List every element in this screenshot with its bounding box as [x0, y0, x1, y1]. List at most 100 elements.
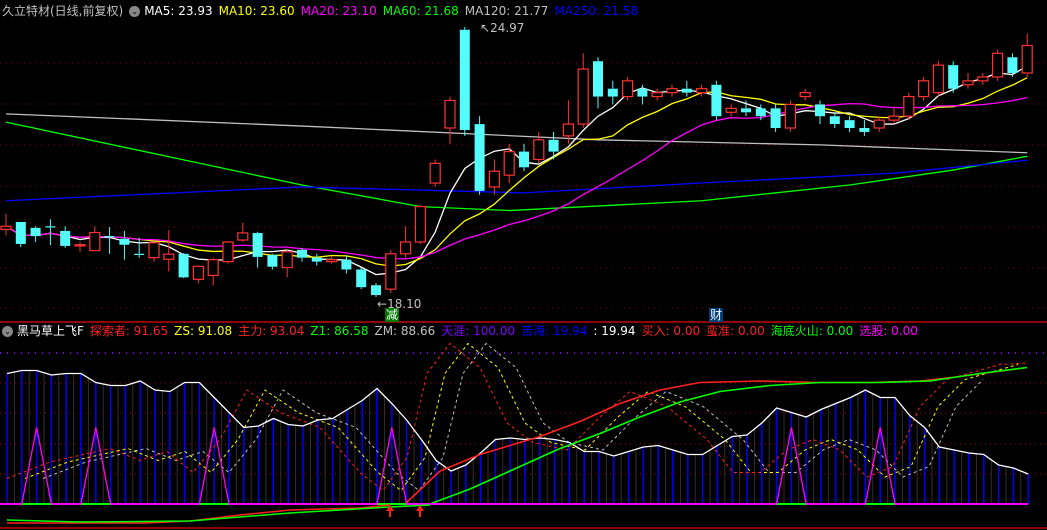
candle-up	[562, 123, 575, 137]
indicator-value: ZS: 91.08	[174, 324, 233, 338]
chart-canvas	[0, 27, 1047, 529]
indicator-value: : 19.94	[593, 324, 636, 338]
indicator-value: 天涯: 100.00	[441, 324, 516, 338]
candle-up	[873, 119, 885, 129]
ma5-value: MA5: 23.93	[144, 4, 213, 18]
candle-down	[104, 236, 115, 238]
ma250-value: MA250: 21.58	[554, 4, 639, 18]
candle-up	[222, 241, 234, 263]
stock-title: 久立特材(日线,前复权)	[2, 4, 124, 18]
candle-up	[414, 206, 426, 243]
indicator-value: 海底火山: 0.00	[770, 324, 854, 338]
indicator-value: 探索者: 91.65	[89, 324, 169, 338]
candle-down	[119, 238, 130, 245]
candle-up	[237, 232, 249, 241]
candle-down	[341, 259, 352, 270]
indicator-value: ZM: 88.66	[374, 324, 436, 338]
ma10-value: MA10: 23.60	[218, 4, 295, 18]
main-chart-legend: 久立特材(日线,前复权) ⌄ MA5: 23.93 MA10: 23.60 MA…	[2, 3, 644, 19]
candle-up	[326, 259, 338, 263]
candle-down	[45, 226, 56, 228]
indicator-values: 探索者: 91.65 ZS: 91.08 主力: 93.04 Z1: 86.58 ZM:…	[90, 323, 924, 339]
candle-down	[519, 151, 529, 168]
candle-down	[134, 253, 145, 255]
candle-up	[400, 241, 412, 255]
candle-up	[932, 64, 945, 94]
high-price-value: 24.97	[490, 21, 525, 35]
candle-up	[917, 80, 930, 98]
candle-down	[681, 88, 692, 93]
candle-down	[770, 108, 781, 129]
candle-down	[178, 253, 189, 278]
candle-up	[74, 244, 86, 247]
candle-up	[281, 251, 293, 269]
candle-down	[637, 88, 648, 97]
zs-dashed-line	[24, 342, 1019, 492]
candle-up	[148, 242, 160, 259]
candle-down	[844, 120, 855, 129]
candle-up	[0, 225, 12, 231]
indicator-value: 苦海: 19.94	[521, 324, 588, 338]
candle-down	[356, 269, 367, 288]
candle-up	[533, 139, 545, 161]
indicator-title: 黑马草上飞F	[17, 324, 84, 338]
indicator-legend: ⌄ 黑马草上飞F 探索者: 91.65 ZS: 91.08 主力: 93.04 Z1:…	[2, 323, 924, 339]
candle-up	[666, 88, 678, 94]
candle-down	[15, 221, 26, 244]
candle-up	[444, 99, 456, 129]
candle-up	[429, 162, 441, 184]
candle-up	[725, 107, 737, 113]
candle-up	[577, 68, 589, 125]
candle-down	[859, 128, 870, 132]
candle-down	[607, 88, 618, 97]
candle-up	[163, 253, 175, 260]
z1-line	[429, 366, 1028, 505]
ma120-value: MA120: 21.77	[464, 4, 549, 18]
candle-up	[903, 95, 915, 117]
candle-down	[297, 249, 307, 258]
reduce-marker[interactable]: 减	[385, 308, 400, 322]
candle-down	[815, 104, 825, 117]
candle-up	[888, 115, 900, 121]
zhuli-line	[404, 366, 1028, 505]
candle-down	[755, 108, 766, 117]
candle-up	[991, 52, 1004, 78]
finance-marker[interactable]: 财	[709, 308, 724, 322]
candle-down	[711, 84, 722, 117]
candle-down	[371, 285, 381, 296]
chevron-down-icon[interactable]: ⌄	[2, 325, 13, 337]
ma60-value: MA60: 21.68	[382, 4, 459, 18]
candle-up	[207, 259, 219, 276]
candle-up	[192, 265, 204, 280]
indicator-value: 蛮准: 0.00	[706, 324, 765, 338]
candle-up	[962, 80, 974, 86]
candle-up	[503, 150, 515, 176]
candle-up	[784, 103, 797, 129]
ma250-line	[5, 159, 1028, 202]
candle-down	[829, 116, 840, 125]
candle-up	[977, 76, 989, 82]
candle-down	[311, 257, 322, 262]
candle-down	[593, 61, 603, 97]
candle-up	[89, 231, 101, 252]
candle-down	[459, 29, 470, 130]
candle-down	[267, 254, 278, 267]
candle-down	[548, 139, 559, 152]
chevron-down-icon[interactable]: ⌄	[129, 5, 141, 17]
candle-up	[385, 253, 397, 290]
high-price-label: ↖24.97	[480, 21, 525, 35]
candle-up	[799, 92, 811, 98]
candle-down	[474, 124, 485, 191]
candle-up	[1021, 44, 1033, 74]
candle-up	[695, 88, 708, 94]
candle-up	[488, 170, 500, 188]
candle-up	[651, 92, 663, 98]
candle-down	[1007, 57, 1018, 73]
indicator-value: Z1: 86.58	[310, 324, 369, 338]
indicator-value: 选股: 0.00	[859, 324, 918, 338]
low-price-label: ←18.10	[377, 297, 422, 311]
ma20-value: MA20: 23.10	[300, 4, 377, 18]
candle-down	[948, 65, 959, 89]
candle-down	[60, 230, 71, 246]
candle-up	[621, 80, 634, 98]
